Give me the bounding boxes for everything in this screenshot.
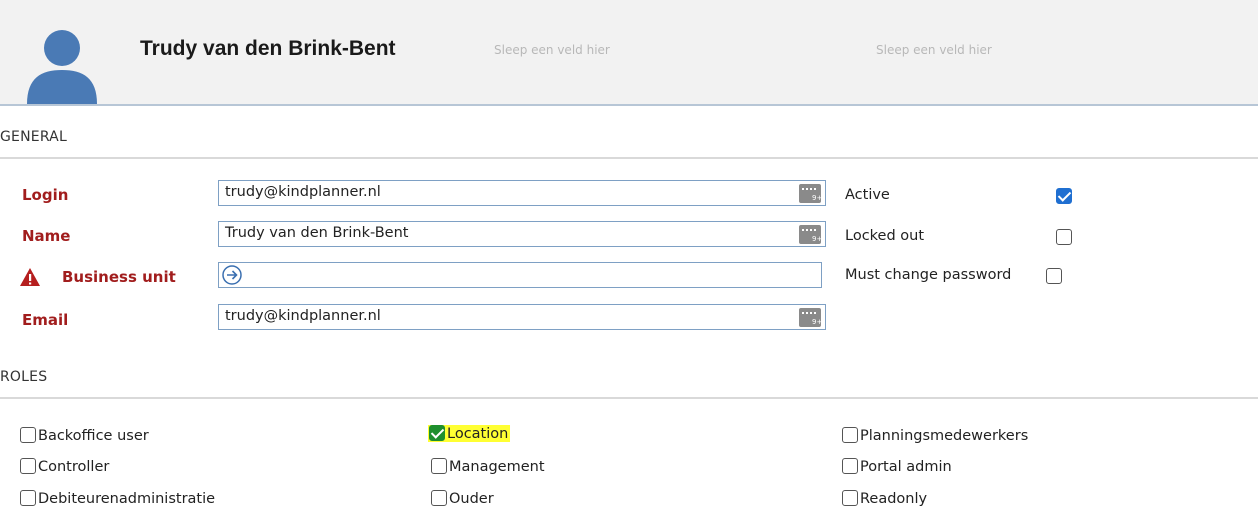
role-checkbox[interactable] <box>842 458 858 474</box>
field-drop-zone-1[interactable]: Sleep een veld hier <box>494 43 610 57</box>
role-readonly[interactable]: Readonly <box>842 490 927 507</box>
email-label: Email <box>22 311 69 329</box>
role-checkbox[interactable] <box>20 490 36 506</box>
role-debiteurenadministratie[interactable]: Debiteurenadministratie <box>20 490 215 507</box>
keyboard-icon[interactable]: 9+ <box>799 225 821 244</box>
user-avatar-icon <box>27 30 97 104</box>
svg-text:9+: 9+ <box>812 235 821 243</box>
role-checkbox[interactable] <box>431 458 447 474</box>
role-checkbox[interactable] <box>20 458 36 474</box>
role-checkbox[interactable] <box>842 490 858 506</box>
warning-icon <box>20 268 40 286</box>
role-ouder[interactable]: Ouder <box>431 490 494 507</box>
field-drop-zone-2[interactable]: Sleep een veld hier <box>876 43 992 57</box>
svg-text:9+: 9+ <box>812 318 821 326</box>
role-planningsmedewerkers[interactable]: Planningsmedewerkers <box>842 427 1028 444</box>
must-change-password-label: Must change password <box>845 267 1012 283</box>
section-roles-title: ROLES <box>0 369 48 385</box>
role-checkbox[interactable] <box>431 490 447 506</box>
role-checkbox[interactable] <box>842 427 858 443</box>
must-change-password-checkbox[interactable] <box>1046 268 1062 284</box>
role-location[interactable]: Location <box>428 425 511 442</box>
section-divider <box>0 397 1258 399</box>
record-header: Trudy van den Brink-Bent Sleep een veld … <box>0 0 1258 106</box>
name-label: Name <box>22 227 71 245</box>
role-management[interactable]: Management <box>431 458 545 475</box>
name-field[interactable]: Trudy van den Brink-Bent 9+ <box>218 221 826 247</box>
email-field[interactable]: trudy@kindplanner.nl 9+ <box>218 304 826 330</box>
login-field[interactable]: trudy@kindplanner.nl 9+ <box>218 180 826 206</box>
role-checkbox[interactable] <box>429 425 445 441</box>
role-portal-admin[interactable]: Portal admin <box>842 458 952 475</box>
email-value: trudy@kindplanner.nl <box>225 308 381 324</box>
section-divider <box>0 157 1258 159</box>
locked-out-checkbox[interactable] <box>1056 229 1072 245</box>
login-value: trudy@kindplanner.nl <box>225 184 381 200</box>
svg-text:9+: 9+ <box>812 194 821 202</box>
business-unit-label: Business unit <box>62 268 176 286</box>
business-unit-field[interactable] <box>218 262 822 288</box>
name-value: Trudy van den Brink-Bent <box>225 225 409 241</box>
record-title: Trudy van den Brink-Bent <box>140 37 396 60</box>
role-checkbox[interactable] <box>20 427 36 443</box>
login-label: Login <box>22 186 69 204</box>
section-general-title: GENERAL <box>0 129 67 145</box>
arrow-right-circle-icon[interactable] <box>221 264 243 286</box>
locked-out-label: Locked out <box>845 228 925 244</box>
role-controller[interactable]: Controller <box>20 458 109 475</box>
active-label: Active <box>845 187 890 203</box>
role-backoffice-user[interactable]: Backoffice user <box>20 427 149 444</box>
keyboard-icon[interactable]: 9+ <box>799 308 821 327</box>
active-checkbox[interactable] <box>1056 188 1072 204</box>
keyboard-icon[interactable]: 9+ <box>799 184 821 203</box>
